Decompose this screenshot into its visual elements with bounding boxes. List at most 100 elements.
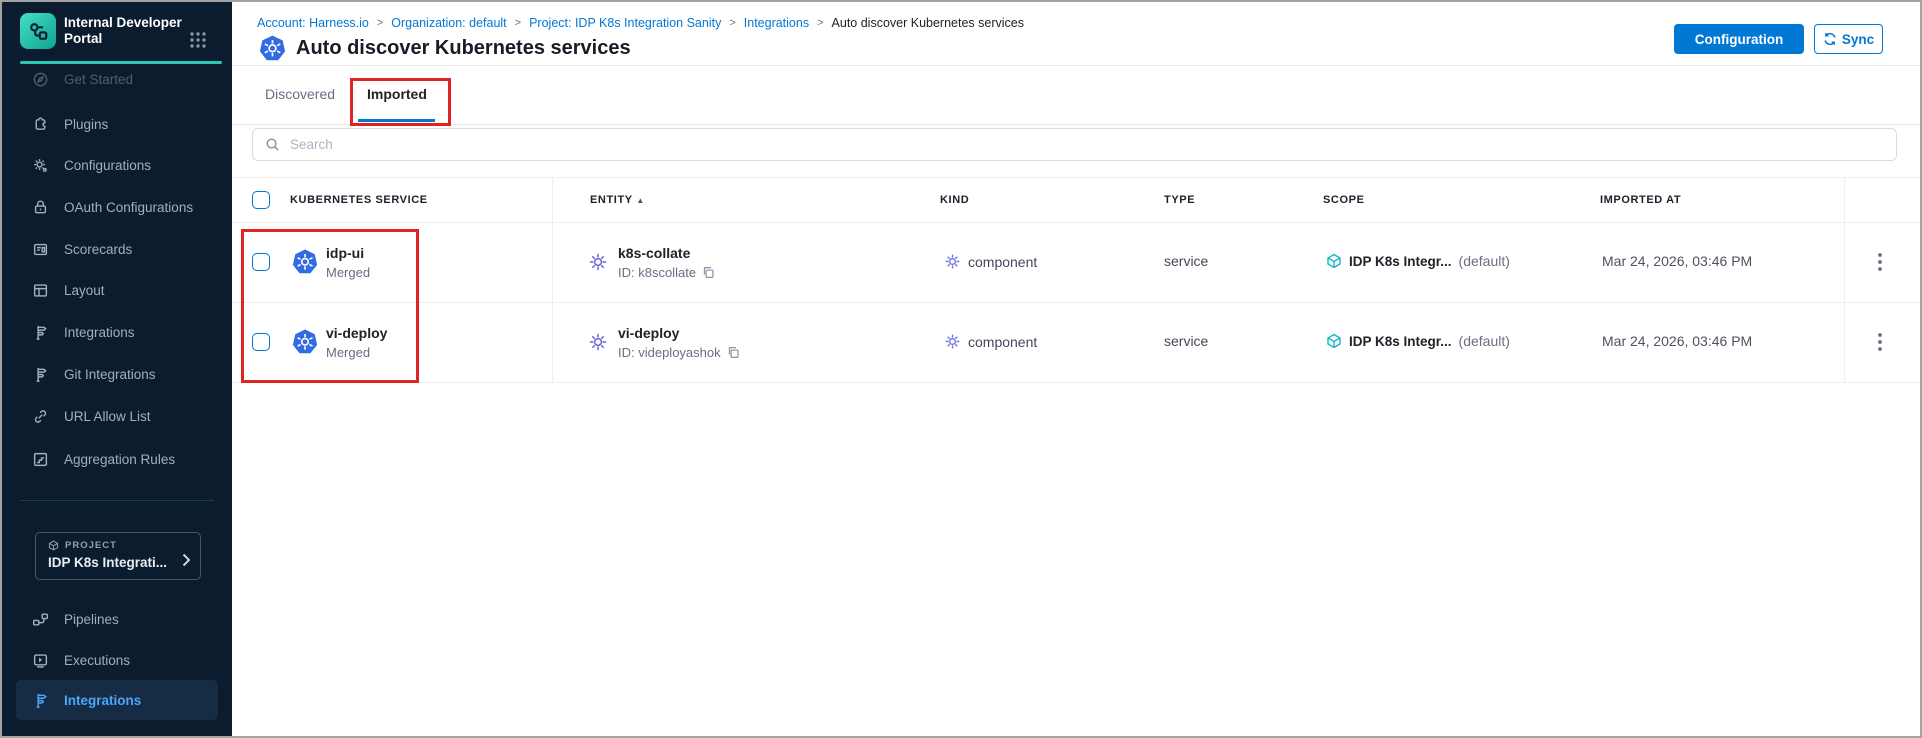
header-divider: [232, 65, 1922, 66]
column-header-kind[interactable]: KIND: [940, 194, 969, 206]
tabbar-divider: [232, 124, 1922, 125]
scope-cell: IDP K8s Integr... (default): [1326, 253, 1510, 269]
sidebar-item-scorecards[interactable]: Scorecards: [2, 232, 232, 266]
copy-icon[interactable]: [727, 346, 740, 359]
scorecard-icon: [32, 241, 49, 258]
scope-cube-icon: [1326, 253, 1342, 269]
page-title: Auto discover Kubernetes services: [296, 37, 631, 60]
type-value: service: [1164, 253, 1208, 269]
entity-id: ID: k8scollate: [618, 265, 696, 280]
lock-icon: [32, 199, 49, 216]
project-eyebrow-label: PROJECT: [65, 540, 117, 551]
puzzle-icon: [32, 116, 49, 133]
sync-button[interactable]: Sync: [1814, 24, 1883, 54]
sync-button-label: Sync: [1842, 32, 1874, 47]
entity-name[interactable]: vi-deploy: [618, 325, 740, 341]
search-icon: [265, 137, 280, 152]
tab-discovered[interactable]: Discovered: [265, 86, 335, 102]
entity-gear-icon: [588, 332, 608, 352]
refresh-icon: [1823, 32, 1837, 46]
project-name: IDP K8s Integrati...: [48, 555, 178, 570]
search-input[interactable]: [288, 136, 1896, 153]
type-value: service: [1164, 333, 1208, 349]
pipelines-icon: [32, 611, 49, 628]
sidebar-item-plugins[interactable]: Plugins: [2, 107, 232, 141]
sidebar-item-label: Executions: [64, 653, 130, 668]
sidebar-item-layout[interactable]: Layout: [2, 273, 232, 307]
sidebar-item-label: OAuth Configurations: [64, 200, 193, 215]
sidebar: Internal Developer Portal Get Started Pl…: [2, 2, 232, 736]
kind-value: component: [968, 254, 1037, 270]
entity-id: ID: videployashok: [618, 345, 721, 360]
sidebar-item-integrations-active[interactable]: Integrations: [16, 680, 218, 720]
sidebar-item-pipelines[interactable]: Pipelines: [2, 602, 232, 636]
module-grid-icon[interactable]: [188, 30, 208, 55]
column-header-entity[interactable]: ENTITY ▲: [590, 194, 645, 206]
sidebar-item-label: Aggregation Rules: [64, 452, 175, 467]
pipeline-logo-icon: [27, 20, 49, 42]
breadcrumb-organization[interactable]: Organization: default: [391, 16, 506, 30]
breadcrumb-project[interactable]: Project: IDP K8s Integration Sanity: [529, 16, 721, 30]
project-cube-icon: [48, 540, 59, 551]
column-header-type[interactable]: TYPE: [1164, 194, 1195, 206]
breadcrumb-integrations[interactable]: Integrations: [744, 16, 809, 30]
kind-gear-icon: [944, 253, 961, 270]
breadcrumb-separator: >: [377, 17, 383, 29]
sidebar-item-configurations[interactable]: Configurations: [2, 148, 232, 182]
search-bar: [252, 128, 1897, 161]
sidebar-item-aggregation-rules[interactable]: Aggregation Rules: [2, 442, 232, 476]
sidebar-item-label: Pipelines: [64, 612, 119, 627]
chevron-right-icon: [182, 553, 191, 572]
imported-at-value: Mar 24, 2026, 03:46 PM: [1602, 253, 1752, 269]
kind-value: component: [968, 334, 1037, 350]
sidebar-item-label: Integrations: [64, 325, 135, 340]
sidebar-item-oauth-configurations[interactable]: OAuth Configurations: [2, 190, 232, 224]
scope-cell: IDP K8s Integr... (default): [1326, 333, 1510, 349]
imported-at-value: Mar 24, 2026, 03:46 PM: [1602, 333, 1752, 349]
layout-icon: [32, 282, 49, 299]
annotation-box-imported-tab: [350, 78, 451, 126]
executions-icon: [32, 652, 49, 669]
kebab-icon: [1878, 253, 1882, 271]
annotation-box-service-rows: [241, 229, 419, 383]
aggregation-icon: [32, 451, 49, 468]
column-header-scope[interactable]: SCOPE: [1323, 194, 1365, 206]
sidebar-item-url-allow-list[interactable]: URL Allow List: [2, 399, 232, 433]
link-icon: [32, 408, 49, 425]
copy-icon[interactable]: [702, 266, 715, 279]
column-divider: [552, 177, 553, 382]
breadcrumb-separator: >: [515, 17, 521, 29]
row-menu-button[interactable]: [1871, 251, 1889, 273]
sidebar-item-label: Layout: [64, 283, 105, 298]
app-window: Internal Developer Portal Get Started Pl…: [0, 0, 1922, 738]
column-header-imported-at[interactable]: IMPORTED AT: [1600, 194, 1681, 206]
kubernetes-icon: [259, 35, 286, 62]
sidebar-item-get-started[interactable]: Get Started: [2, 62, 232, 96]
sidebar-item-label: Plugins: [64, 117, 108, 132]
select-all-checkbox[interactable]: [252, 191, 270, 209]
breadcrumb-separator: >: [817, 17, 823, 29]
signpost-icon: [32, 324, 49, 341]
kind-cell: component: [944, 333, 1037, 350]
scope-default: (default): [1459, 253, 1510, 269]
kind-gear-icon: [944, 333, 961, 350]
sort-ascending-icon: ▲: [636, 196, 645, 205]
harness-idp-logo[interactable]: [20, 13, 56, 49]
row-menu-button[interactable]: [1871, 331, 1889, 353]
sidebar-item-integrations[interactable]: Integrations: [2, 315, 232, 349]
git-signpost-icon: [32, 366, 49, 383]
sidebar-item-executions[interactable]: Executions: [2, 643, 232, 677]
sidebar-title: Internal Developer Portal: [64, 15, 182, 47]
row-divider: [232, 302, 1922, 303]
table-top-border: [232, 177, 1922, 178]
configuration-button[interactable]: Configuration: [1674, 24, 1804, 54]
signpost-icon: [32, 692, 49, 709]
project-selector[interactable]: PROJECT IDP K8s Integrati...: [35, 532, 201, 580]
breadcrumb-account[interactable]: Account: Harness.io: [257, 16, 369, 30]
sidebar-item-label: Scorecards: [64, 242, 132, 257]
column-header-service[interactable]: KUBERNETES SERVICE: [290, 194, 428, 206]
entity-name[interactable]: k8s-collate: [618, 245, 715, 261]
entity-gear-icon: [588, 252, 608, 272]
scope-name: IDP K8s Integr...: [1349, 334, 1452, 349]
sidebar-item-git-integrations[interactable]: Git Integrations: [2, 357, 232, 391]
